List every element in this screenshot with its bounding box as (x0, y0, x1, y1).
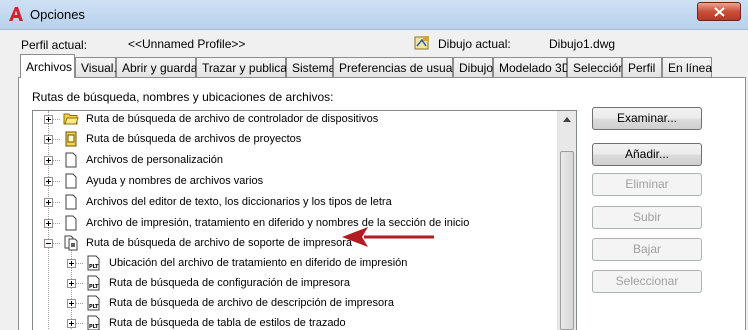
document-icon (65, 152, 77, 168)
plt-file-icon: PLT (87, 295, 100, 311)
expand-icon[interactable] (44, 115, 53, 124)
expand-icon[interactable] (67, 259, 76, 268)
subir-button[interactable]: Subir (592, 206, 702, 229)
tree-item-label[interactable]: Archivos del editor de texto, los diccio… (86, 196, 392, 208)
annotation-arrow-icon (342, 227, 434, 247)
expand-icon[interactable] (67, 279, 76, 288)
seleccionar-button[interactable]: Seleccionar (592, 270, 702, 293)
file-paths-tree[interactable]: Ruta de búsqueda de archivo de controlad… (32, 110, 577, 330)
document-icon (65, 194, 77, 210)
tree-connector-line (75, 303, 83, 304)
scroll-up-icon[interactable] (558, 111, 576, 129)
tree-connector-line (52, 160, 60, 161)
project-icon (65, 131, 77, 147)
folder-open-icon (63, 113, 79, 125)
plt-file-icon: PLT (87, 275, 100, 291)
expand-icon[interactable] (44, 177, 53, 186)
document-icon (65, 173, 77, 189)
title-bar: Opciones (0, 0, 748, 30)
eliminar-button[interactable]: Eliminar (592, 173, 702, 196)
profile-value: <<Unnamed Profile>> (128, 37, 246, 51)
tree-connector-line (52, 119, 60, 120)
tree-connector-line (52, 243, 60, 244)
tab-dibujo[interactable]: Dibujo (453, 57, 493, 77)
tree-connector-line (75, 263, 83, 264)
tab-en-linea[interactable]: En línea (662, 57, 712, 77)
svg-text:PLT: PLT (89, 304, 99, 310)
expand-icon[interactable] (67, 299, 76, 308)
bajar-button[interactable]: Bajar (592, 238, 702, 261)
tree-child-label[interactable]: Ruta de búsqueda de tabla de estilos de … (109, 317, 346, 329)
tree-connector-line (52, 139, 60, 140)
tree-connector-line (75, 323, 83, 324)
tree-child-label[interactable]: Ubicación del archivo de tratamiento en … (109, 257, 407, 269)
tree-child-label[interactable]: Ruta de búsqueda de configuración de imp… (109, 277, 350, 289)
profile-label: Perfil actual: (21, 38, 88, 52)
tree-item-label[interactable]: Ruta de búsqueda de archivos de proyecto… (86, 133, 301, 145)
printer-support-icon (64, 235, 78, 251)
window-title: Opciones (30, 7, 85, 22)
drawing-label: Dibujo actual: (438, 37, 511, 51)
search-paths-label: Rutas de búsqueda, nombres y ubicaciones… (32, 90, 334, 104)
tree-item-label[interactable]: Archivos de personalización (86, 154, 223, 166)
tree-child-label[interactable]: Ruta de búsqueda de archivo de descripci… (109, 297, 394, 309)
tree-item-label[interactable]: Ruta de búsqueda de archivo de controlad… (86, 113, 378, 125)
tab-abrir-y-guardar[interactable]: Abrir y guardar (116, 57, 201, 77)
tree-connector-line (52, 202, 60, 203)
plt-file-icon: PLT (87, 255, 100, 271)
scroll-thumb[interactable] (560, 151, 574, 330)
tree-item-label[interactable]: Ayuda y nombres de archivos varios (86, 175, 263, 187)
tab-perfil[interactable]: Perfil (622, 57, 662, 77)
tab-sistema[interactable]: Sistema (286, 57, 335, 77)
close-icon (714, 7, 725, 17)
examinar-button[interactable]: Examinar... (592, 107, 702, 130)
expand-icon[interactable] (44, 156, 53, 165)
tree-connector-line (52, 181, 60, 182)
autocad-logo-icon (9, 7, 23, 21)
expand-icon[interactable] (44, 219, 53, 228)
tab-preferencias-de-usuario[interactable]: Preferencias de usuario (333, 57, 466, 77)
tab-modelado-3d[interactable]: Modelado 3D (493, 57, 570, 77)
tree-item-label[interactable]: Ruta de búsqueda de archivo de soporte d… (86, 237, 352, 249)
tab-visual[interactable]: Visual. (75, 57, 117, 77)
tab-trazar-y-publicar[interactable]: Trazar y publicar (196, 57, 291, 77)
tree-connector-line (75, 283, 83, 284)
svg-text:PLT: PLT (89, 264, 99, 270)
anadir-button[interactable]: Añadir... (592, 143, 702, 166)
expand-icon[interactable] (67, 319, 76, 328)
close-button[interactable] (697, 2, 741, 21)
plt-file-icon: PLT (87, 315, 100, 330)
document-icon (65, 215, 77, 231)
tab-archivos[interactable]: Archivos (20, 54, 75, 78)
tree-connector-line (52, 223, 60, 224)
svg-text:PLT: PLT (89, 284, 99, 290)
tab-seleccion[interactable]: Selección (567, 57, 625, 77)
drawing-value: Dibujo1.dwg (549, 37, 616, 51)
expand-icon[interactable] (44, 135, 53, 144)
drawing-icon (414, 36, 429, 50)
expand-icon[interactable] (44, 198, 53, 207)
collapse-icon[interactable] (44, 239, 53, 248)
svg-text:PLT: PLT (89, 324, 99, 330)
tree-scrollbar[interactable] (557, 111, 576, 330)
